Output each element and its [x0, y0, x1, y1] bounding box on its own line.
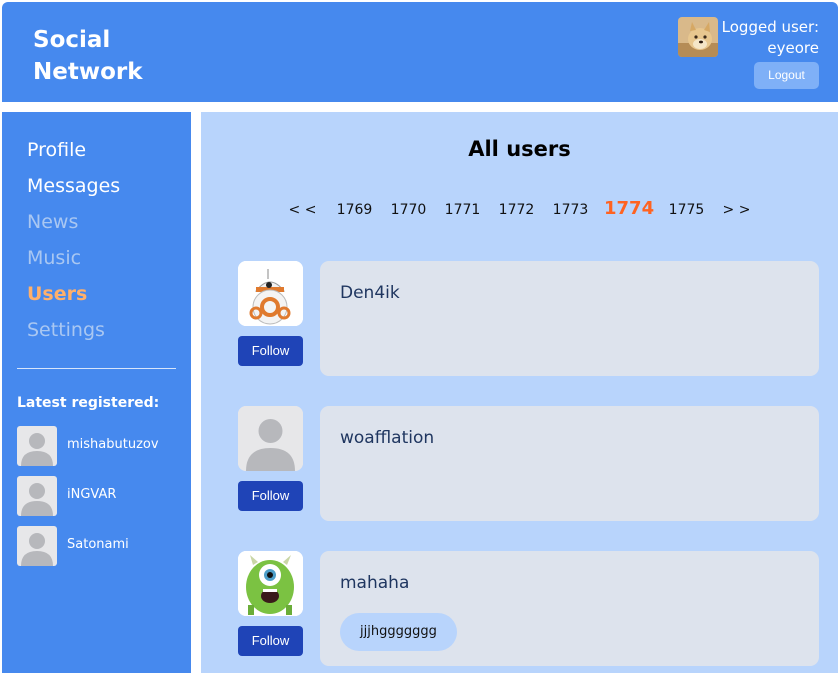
page-link[interactable]: 1771 — [442, 202, 483, 218]
page-link[interactable]: 1775 — [666, 202, 707, 218]
user-name[interactable]: Den4ik — [340, 283, 400, 303]
page-link-current[interactable]: 1774 — [604, 198, 654, 219]
follow-button[interactable]: Follow — [238, 626, 303, 656]
green-monster-icon[interactable] — [238, 551, 303, 616]
user-card: woafflation — [320, 406, 819, 521]
current-user-avatar — [678, 17, 718, 57]
user-card: Den4ik — [320, 261, 819, 376]
default-user-icon — [17, 476, 57, 516]
latest-user-item[interactable]: mishabutuzov — [17, 426, 187, 466]
sidebar-divider — [17, 368, 176, 369]
user-item: Follow woafflation — [238, 406, 819, 521]
default-user-icon — [17, 526, 57, 566]
latest-registered-title: Latest registered: — [17, 395, 160, 411]
default-user-icon — [17, 426, 57, 466]
latest-user-item[interactable]: Satonami — [17, 526, 187, 566]
sidebar-item-settings[interactable]: Settings — [27, 319, 105, 341]
doge-avatar-icon — [678, 17, 718, 57]
logo-line-2: Network — [33, 59, 143, 85]
user-card: mahaha jjjhggggggg — [320, 551, 819, 666]
pagination-next[interactable]: > > — [720, 202, 753, 218]
app-logo[interactable]: Social Network — [33, 24, 143, 88]
page-link[interactable]: 1772 — [496, 202, 537, 218]
logged-user-label: Logged user: — [721, 18, 819, 36]
user-item: Follow Den4ik — [238, 261, 819, 376]
pagination: < < 1769 1770 1771 1772 1773 1774 1775 >… — [286, 198, 753, 219]
page-link[interactable]: 1769 — [334, 202, 375, 218]
follow-button[interactable]: Follow — [238, 481, 303, 511]
user-name[interactable]: mahaha — [340, 573, 409, 593]
latest-user-name: mishabutuzov — [67, 437, 159, 452]
logged-user-info: Logged user: eyeore — [722, 17, 819, 59]
logout-button[interactable]: Logout — [754, 62, 819, 89]
sidebar-item-users[interactable]: Users — [27, 283, 87, 305]
pagination-prev[interactable]: < < — [286, 202, 319, 218]
user-name[interactable]: woafflation — [340, 428, 434, 448]
latest-user-item[interactable]: iNGVAR — [17, 476, 187, 516]
page-link[interactable]: 1773 — [550, 202, 591, 218]
sidebar: Profile Messages News Music Users Settin… — [2, 112, 191, 673]
users-page: All users < < 1769 1770 1771 1772 1773 1… — [201, 112, 838, 673]
page-title: All users — [468, 137, 571, 161]
sidebar-item-profile[interactable]: Profile — [27, 139, 86, 161]
sidebar-item-news[interactable]: News — [27, 211, 78, 233]
sidebar-item-messages[interactable]: Messages — [27, 175, 120, 197]
user-status: jjjhggggggg — [340, 613, 457, 651]
user-item: Follow mahaha jjjhggggggg — [238, 551, 819, 666]
logo-line-1: Social — [33, 27, 111, 53]
default-user-icon[interactable] — [238, 406, 303, 471]
app-header: Social Network Logged user: eyeore Logou… — [2, 2, 838, 102]
sidebar-item-music[interactable]: Music — [27, 247, 81, 269]
latest-user-name: Satonami — [67, 537, 129, 552]
bb8-robot-icon[interactable] — [238, 261, 303, 326]
latest-user-name: iNGVAR — [67, 487, 117, 502]
logged-username: eyeore — [767, 39, 819, 57]
page-link[interactable]: 1770 — [388, 202, 429, 218]
follow-button[interactable]: Follow — [238, 336, 303, 366]
